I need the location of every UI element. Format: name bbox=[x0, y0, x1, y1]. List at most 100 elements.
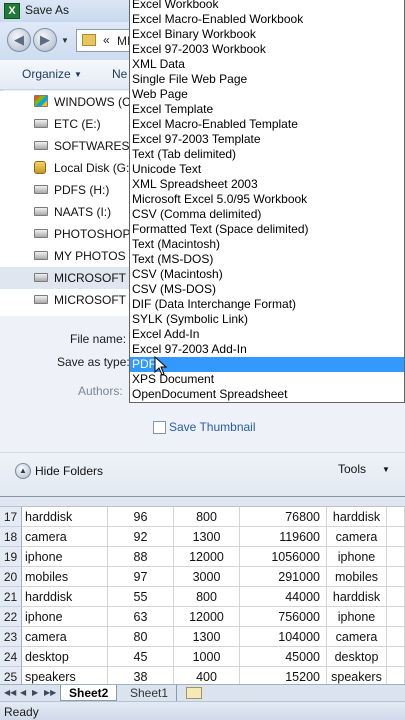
cell-e[interactable]: desktop bbox=[327, 647, 387, 667]
type-option[interactable]: Formatted Text (Space delimited) bbox=[130, 222, 404, 237]
cell-a[interactable]: harddisk bbox=[22, 587, 108, 607]
cell-d[interactable]: 756000 bbox=[240, 607, 327, 627]
row-header[interactable]: 20 bbox=[0, 567, 22, 587]
recent-pages-chevron-icon[interactable]: ▼ bbox=[61, 36, 69, 45]
last-sheet-icon[interactable]: ▶▶ bbox=[44, 688, 56, 697]
row-header[interactable]: 18 bbox=[0, 527, 22, 547]
tab-sheet2[interactable]: Sheet2 bbox=[60, 685, 118, 701]
type-option[interactable]: Excel Add-In bbox=[130, 327, 404, 342]
drive-item[interactable]: WINDOWS (C: bbox=[0, 91, 131, 113]
cell-d[interactable]: 291000 bbox=[240, 567, 327, 587]
cell-f[interactable] bbox=[387, 607, 405, 627]
cell-b[interactable]: 88 bbox=[108, 547, 174, 567]
cell-c[interactable]: 800 bbox=[174, 587, 240, 607]
cell-f[interactable] bbox=[387, 647, 405, 667]
cell-c[interactable]: 1300 bbox=[174, 527, 240, 547]
type-option[interactable]: Text (MS-DOS) bbox=[130, 252, 404, 267]
type-option[interactable]: CSV (Comma delimited) bbox=[130, 207, 404, 222]
cell-b[interactable]: 55 bbox=[108, 587, 174, 607]
type-option[interactable]: Text (Tab delimited) bbox=[130, 147, 404, 162]
type-option[interactable]: Excel 97-2003 Template bbox=[130, 132, 404, 147]
chevron-up-icon[interactable]: ▲ bbox=[15, 463, 31, 479]
drive-item[interactable]: NAATS (I:) bbox=[0, 201, 131, 223]
first-sheet-icon[interactable]: ◀◀ bbox=[4, 688, 16, 697]
type-option[interactable]: Excel Template bbox=[130, 102, 404, 117]
drive-item[interactable]: ETC (E:) bbox=[0, 113, 131, 135]
cell-a[interactable]: harddisk bbox=[22, 507, 108, 527]
cell-d[interactable]: 104000 bbox=[240, 627, 327, 647]
type-option[interactable]: Excel Macro-Enabled Workbook bbox=[130, 12, 404, 27]
tab-sheet1[interactable]: Sheet1 bbox=[122, 685, 178, 701]
type-option[interactable]: SYLK (Symbolic Link) bbox=[130, 312, 404, 327]
insert-sheet-icon[interactable] bbox=[186, 687, 202, 699]
chevron-down-icon[interactable]: ▼ bbox=[382, 465, 390, 474]
cell-a[interactable]: iphone bbox=[22, 547, 108, 567]
type-option[interactable]: Excel Binary Workbook bbox=[130, 27, 404, 42]
save-as-type-dropdown-list[interactable]: Excel Workbook Excel Macro-Enabled Workbo… bbox=[129, 0, 405, 403]
type-option[interactable]: Text (Macintosh) bbox=[130, 237, 404, 252]
drive-item[interactable]: Local Disk (G:) bbox=[0, 157, 131, 179]
next-sheet-icon[interactable]: ▶ bbox=[32, 688, 38, 697]
cell-a[interactable]: camera bbox=[22, 627, 108, 647]
cell-c[interactable]: 1000 bbox=[174, 647, 240, 667]
drive-item[interactable]: PHOTOSHOP bbox=[0, 223, 131, 245]
cell-e[interactable]: harddisk bbox=[327, 507, 387, 527]
cell-f[interactable] bbox=[387, 587, 405, 607]
row-header[interactable]: 24 bbox=[0, 647, 22, 667]
cell-d[interactable]: 76800 bbox=[240, 507, 327, 527]
cell-e[interactable]: iphone bbox=[327, 547, 387, 567]
type-option[interactable]: Web Page bbox=[130, 87, 404, 102]
cell-b[interactable]: 96 bbox=[108, 507, 174, 527]
cell-b[interactable]: 97 bbox=[108, 567, 174, 587]
cell-a[interactable]: iphone bbox=[22, 607, 108, 627]
row-header[interactable]: 17 bbox=[0, 507, 22, 527]
cell-b[interactable]: 63 bbox=[108, 607, 174, 627]
type-option[interactable]: DIF (Data Interchange Format) bbox=[130, 297, 404, 312]
new-folder-button[interactable]: Ne bbox=[112, 67, 127, 81]
organize-button[interactable]: Organize bbox=[22, 67, 71, 81]
cell-d[interactable]: 44000 bbox=[240, 587, 327, 607]
row-header[interactable]: 21 bbox=[0, 587, 22, 607]
row-header[interactable]: 23 bbox=[0, 627, 22, 647]
cell-d[interactable]: 119600 bbox=[240, 527, 327, 547]
type-option[interactable]: Excel Workbook bbox=[130, 0, 404, 12]
drive-item[interactable]: MICROSOFT F bbox=[0, 311, 131, 316]
cell-c[interactable]: 3000 bbox=[174, 567, 240, 587]
type-option-selected[interactable]: PDF bbox=[130, 357, 404, 372]
cell-f[interactable] bbox=[387, 547, 405, 567]
cell-a[interactable]: camera bbox=[22, 527, 108, 547]
cell-f[interactable] bbox=[387, 527, 405, 547]
forward-button[interactable]: ▶ bbox=[33, 28, 57, 52]
type-option[interactable]: XPS Document bbox=[130, 372, 404, 387]
type-option[interactable]: CSV (MS-DOS) bbox=[130, 282, 404, 297]
save-thumbnail-label[interactable]: Save Thumbnail bbox=[169, 420, 256, 434]
cell-c[interactable]: 800 bbox=[174, 507, 240, 527]
cell-f[interactable] bbox=[387, 507, 405, 527]
drive-item[interactable]: MICROSOFT V bbox=[0, 289, 131, 311]
type-option[interactable]: Excel 97-2003 Workbook bbox=[130, 42, 404, 57]
cell-b[interactable]: 80 bbox=[108, 627, 174, 647]
cell-f[interactable] bbox=[387, 627, 405, 647]
cell-b[interactable]: 92 bbox=[108, 527, 174, 547]
type-option[interactable]: OpenDocument Spreadsheet bbox=[130, 387, 404, 402]
cell-e[interactable]: harddisk bbox=[327, 587, 387, 607]
cell-d[interactable]: 1056000 bbox=[240, 547, 327, 567]
type-option[interactable]: CSV (Macintosh) bbox=[130, 267, 404, 282]
drive-item[interactable]: SOFTWARES ( bbox=[0, 135, 131, 157]
cell-e[interactable]: camera bbox=[327, 527, 387, 547]
type-option[interactable]: XML Spreadsheet 2003 bbox=[130, 177, 404, 192]
cell-b[interactable]: 45 bbox=[108, 647, 174, 667]
cell-e[interactable]: mobiles bbox=[327, 567, 387, 587]
drive-item[interactable]: MICROSOFT E bbox=[0, 267, 131, 289]
previous-sheet-icon[interactable]: ◀ bbox=[20, 688, 26, 697]
drive-item[interactable]: MY PHOTOS ( bbox=[0, 245, 131, 267]
address-overflow-icon[interactable]: « bbox=[103, 33, 110, 47]
cell-a[interactable]: mobiles bbox=[22, 567, 108, 587]
row-header[interactable]: 19 bbox=[0, 547, 22, 567]
type-option[interactable]: Microsoft Excel 5.0/95 Workbook bbox=[130, 192, 404, 207]
type-option[interactable]: Unicode Text bbox=[130, 162, 404, 177]
chevron-down-icon[interactable]: ▼ bbox=[74, 70, 82, 79]
cell-d[interactable]: 45000 bbox=[240, 647, 327, 667]
cell-c[interactable]: 12000 bbox=[174, 607, 240, 627]
back-button[interactable]: ◀ bbox=[7, 28, 31, 52]
